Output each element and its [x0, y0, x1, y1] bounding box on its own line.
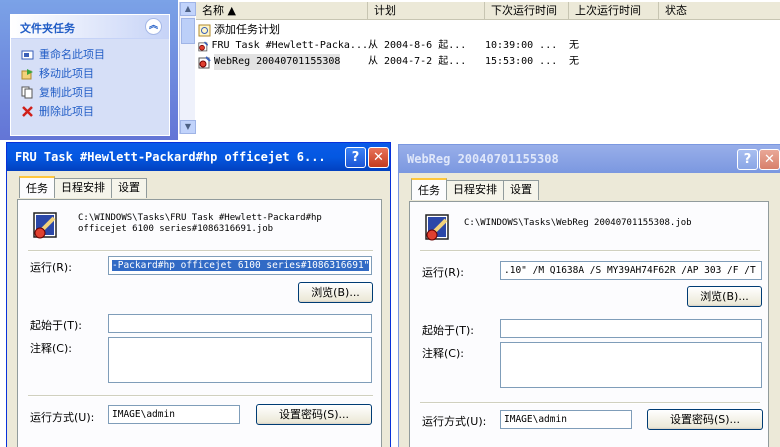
move-icon	[21, 68, 33, 79]
help-icon[interactable]: ?	[737, 149, 758, 170]
list-item-status	[659, 38, 780, 54]
task-properties-dialog-webreg: WebReg 20040701155308 ? ✕ 任务 日程安排 设置 C:\…	[398, 144, 780, 447]
task-properties-dialog-fru: FRU Task #Hewlett-Packard#hp officejet 6…	[6, 142, 391, 447]
close-icon[interactable]: ✕	[368, 147, 389, 168]
scheduled-task-icon	[198, 41, 209, 51]
run-input[interactable]: -Packard#hp officejet 6100 series#108631…	[108, 256, 372, 275]
tab-settings[interactable]: 设置	[111, 178, 147, 198]
add-task-icon	[198, 24, 211, 36]
explorer-window: 文件夹任务 ︽ 重命名此项目 移动此项目 复制此项目 删除此项目 ▲ ▼ 名称 …	[0, 0, 780, 140]
tab-task[interactable]: 任务	[411, 178, 447, 200]
set-password-button[interactable]: 设置密码(S)...	[647, 409, 763, 430]
column-next-run[interactable]: 下次运行时间	[485, 2, 569, 20]
list-item-next: 10:39:00 ...	[485, 40, 558, 51]
task-tab-panel: C:\WINDOWS\Tasks\FRU Task #Hewlett-Packa…	[17, 199, 382, 447]
start-in-label: 起始于(T):	[422, 324, 475, 337]
dialog-title[interactable]: FRU Task #Hewlett-Packard#hp officejet 6…	[7, 143, 390, 171]
run-label: 运行(R):	[422, 266, 464, 279]
scroll-up-icon[interactable]: ▲	[180, 2, 196, 16]
divider	[28, 250, 373, 252]
dialog-title[interactable]: WebReg 20040701155308	[399, 145, 780, 173]
close-icon[interactable]: ✕	[759, 149, 780, 170]
list-item-schedule: 从 2004-8-6 起...	[368, 40, 467, 51]
list-scrollbar[interactable]: ▲ ▼	[179, 2, 196, 134]
list-item[interactable]: FRU Task #Hewlett-Packa... 从 2004-8-6 起.…	[196, 38, 780, 54]
tab-settings[interactable]: 设置	[503, 180, 539, 200]
start-in-input[interactable]	[108, 314, 372, 333]
task-delete-label: 删除此项目	[39, 105, 94, 118]
delete-icon	[22, 105, 33, 117]
task-pane: 文件夹任务 ︽ 重命名此项目 移动此项目 复制此项目 删除此项目	[0, 0, 178, 140]
set-password-button[interactable]: 设置密码(S)...	[256, 404, 372, 425]
task-copy-label: 复制此项目	[39, 86, 94, 99]
task-path-line2: officejet 6100 series#1086316691.job	[78, 224, 274, 234]
task-path-line1: C:\WINDOWS\Tasks\WebReg 20040701155308.j…	[464, 218, 692, 228]
list-item-last: 无	[569, 40, 579, 51]
column-status[interactable]: 状态	[659, 2, 780, 20]
list-item-next: 15:53:00 ...	[485, 56, 558, 67]
run-input[interactable]: .10" /M Q1638A /S MY39AH74F62R /AP 303 /…	[500, 261, 762, 280]
task-rename[interactable]: 重命名此项目	[21, 46, 169, 62]
run-as-input[interactable]: IMAGE\admin	[500, 410, 632, 429]
task-icon	[425, 214, 449, 241]
copy-icon	[21, 86, 33, 98]
list-item-status	[659, 54, 780, 70]
divider	[28, 395, 373, 397]
help-icon[interactable]: ?	[345, 147, 366, 168]
list-header: 名称 ▲ 计划 下次运行时间 上次运行时间 状态	[196, 2, 780, 20]
task-tab-panel: C:\WINDOWS\Tasks\WebReg 20040701155308.j…	[409, 201, 769, 447]
column-name[interactable]: 名称 ▲	[196, 2, 368, 20]
list-item-last: 无	[569, 56, 579, 67]
list-item-name: FRU Task #Hewlett-Packa...	[211, 40, 368, 51]
divider	[420, 402, 760, 404]
task-icon	[33, 212, 57, 239]
folder-tasks-box: 文件夹任务 ︽ 重命名此项目 移动此项目 复制此项目 删除此项目	[10, 14, 170, 136]
folder-tasks-title: 文件夹任务	[20, 22, 75, 35]
task-delete[interactable]: 删除此项目	[21, 103, 169, 119]
list-item[interactable]: 添加任务计划	[196, 22, 780, 38]
list-item-schedule: 从 2004-7-2 起...	[368, 56, 467, 67]
divider	[420, 250, 760, 252]
run-as-label: 运行方式(U):	[30, 411, 95, 424]
scheduled-task-icon	[198, 55, 211, 68]
tab-schedule[interactable]: 日程安排	[54, 178, 112, 198]
column-schedule[interactable]: 计划	[368, 2, 485, 20]
browse-button[interactable]: 浏览(B)...	[687, 286, 762, 307]
task-path-line1: C:\WINDOWS\Tasks\FRU Task #Hewlett-Packa…	[78, 213, 322, 223]
comment-label: 注释(C):	[30, 342, 72, 355]
list-item-name: WebReg 20040701155308	[214, 54, 341, 70]
folder-tasks-header[interactable]: 文件夹任务 ︽	[11, 15, 169, 39]
comment-textarea[interactable]	[500, 342, 762, 388]
list-item[interactable]: WebReg 20040701155308 从 2004-7-2 起... 15…	[196, 54, 780, 70]
comment-label: 注释(C):	[422, 347, 464, 360]
scroll-down-icon[interactable]: ▼	[180, 120, 196, 134]
list-item-next	[485, 22, 569, 38]
list-item-schedule	[368, 22, 485, 38]
scroll-thumb[interactable]	[181, 18, 195, 44]
tab-schedule[interactable]: 日程安排	[446, 180, 504, 200]
list-item-status	[659, 22, 780, 38]
start-in-label: 起始于(T):	[30, 319, 83, 332]
task-list: 添加任务计划 FRU Task #Hewlett-Packa... 从 2004…	[196, 22, 780, 70]
rename-icon	[21, 50, 34, 59]
run-value: -Packard#hp officejet 6100 series#108631…	[112, 260, 370, 271]
list-item-last	[569, 22, 659, 38]
run-label: 运行(R):	[30, 261, 72, 274]
tab-task[interactable]: 任务	[19, 176, 55, 198]
start-in-input[interactable]	[500, 319, 762, 338]
comment-textarea[interactable]	[108, 337, 372, 383]
column-last-run[interactable]: 上次运行时间	[569, 2, 659, 20]
run-as-input[interactable]: IMAGE\admin	[108, 405, 240, 424]
tab-strip: 任务 日程安排 设置	[19, 176, 147, 198]
task-move-label: 移动此项目	[39, 67, 94, 80]
browse-button[interactable]: 浏览(B)...	[298, 282, 373, 303]
task-move[interactable]: 移动此项目	[21, 65, 169, 81]
task-rename-label: 重命名此项目	[39, 48, 105, 61]
collapse-icon[interactable]: ︽	[145, 18, 162, 35]
run-as-label: 运行方式(U):	[422, 415, 487, 428]
task-copy[interactable]: 复制此项目	[21, 84, 169, 100]
tab-strip: 任务 日程安排 设置	[411, 178, 539, 200]
list-item-name: 添加任务计划	[214, 23, 280, 36]
